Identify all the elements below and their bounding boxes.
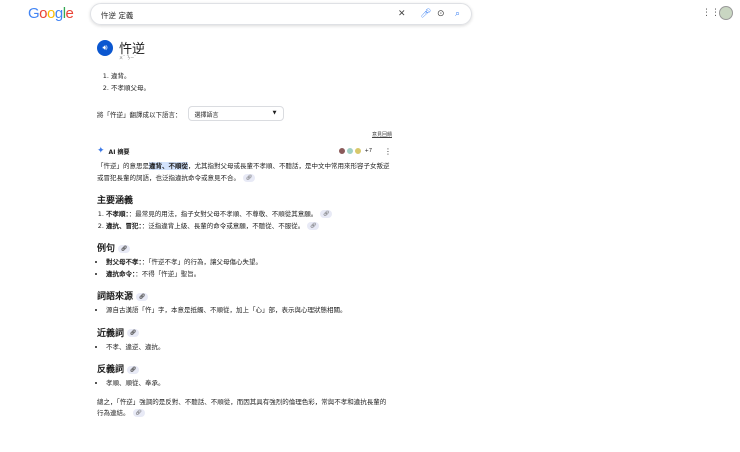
definition: 違背。 <box>111 71 392 83</box>
definitions-list: 違背。 不孝順父母。 <box>111 71 392 94</box>
link-icon[interactable]: 🔗︎ <box>243 173 255 182</box>
list-item: 對父母不孝：：「忤逆不孝」的行為，讓父母傷心失望。 <box>106 257 392 269</box>
section-heading: 近義詞 🔗︎ <box>97 326 392 339</box>
ai-summary: 總之，「忤逆」強調的是反對、不聽話、不順從，而因其具有強烈的倫理色彩，常與不孝和… <box>97 397 392 420</box>
heading-text: 反義詞 <box>97 365 125 375</box>
gemini-star-icon: ✦ <box>97 146 105 156</box>
header: Google 忤逆 定義 ✕ 🎤︎ ⊙ ⌕ ⋮⋮⋮ <box>0 0 740 30</box>
search-icon[interactable]: ⌕ <box>455 9 460 19</box>
heading-text: 例句 <box>97 244 116 254</box>
google-logo[interactable]: Google <box>28 5 74 22</box>
item-text: ：不得「忤逆」聖旨。 <box>135 269 201 278</box>
source-favicon <box>337 147 346 155</box>
source-favicon <box>353 147 362 155</box>
list-item: 違抗、冒犯：：泛指違背上級、長輩的命令或意願，不聽從、不服從。🔗︎ <box>106 221 392 233</box>
term: 違抗命令： <box>106 269 136 278</box>
clear-icon[interactable]: ✕ <box>398 9 406 19</box>
term: 不孝順： <box>106 210 129 218</box>
mic-icon[interactable]: 🎤︎ <box>420 9 431 19</box>
section-heading: 主要涵義 <box>97 193 392 206</box>
feedback-link[interactable]: 意見回饋 <box>97 131 392 138</box>
link-icon[interactable]: 🔗︎ <box>127 365 140 374</box>
item-text: ：泛指違背上級、長輩的命令或意願，不聽從、不服從。 <box>141 221 305 230</box>
heading-text: 近義詞 <box>97 328 125 339</box>
link-icon[interactable]: 🔗︎ <box>132 409 145 417</box>
more-options-icon[interactable]: ⋮ <box>384 147 392 156</box>
source-count: +7 <box>364 148 372 154</box>
intro-text: 「忤逆」的意思是 <box>97 162 149 170</box>
language-select[interactable]: 選擇語言 ▼ <box>187 106 284 121</box>
phonetic: ㄨˇ ㄋㄧˋ <box>119 55 137 60</box>
item-text: ：最常見的用法，指子女對父母不孝順、不尊敬、不順從其意願。 <box>128 210 318 218</box>
list-item: 孝順、順從、奉承。 <box>106 378 392 390</box>
term: 違抗、冒犯： <box>106 221 142 230</box>
link-icon[interactable]: 🔗︎ <box>307 221 320 230</box>
speaker-icon[interactable]: 🔊︎ <box>97 39 113 56</box>
heading-text: 詞語來源 <box>97 292 134 302</box>
heading-text: 主要涵義 <box>97 196 134 206</box>
ai-overview-label: AI 摘要 <box>108 148 130 156</box>
list-item: 源自古漢語「忤」字，本意是抵觸、不順從，加上「心」部，表示與心理狀態相關。 <box>106 305 392 317</box>
intro-highlight: 違背、不順從 <box>149 162 188 170</box>
section-heading: 反義詞 🔗︎ <box>97 362 392 375</box>
link-icon[interactable]: 🔗︎ <box>118 244 131 253</box>
search-input[interactable]: 忤逆 定義 <box>101 10 133 21</box>
link-icon[interactable]: 🔗︎ <box>136 292 149 301</box>
list-item: 不孝順：：最常見的用法，指子女對父母不孝順、不尊敬、不順從其意願。🔗︎ <box>106 209 392 221</box>
link-icon[interactable]: 🔗︎ <box>127 329 140 337</box>
lens-icon[interactable]: ⊙ <box>437 9 445 19</box>
sources-button[interactable]: +7 <box>337 147 372 155</box>
select-value: 選擇語言 <box>194 112 219 119</box>
caret-down-icon: ▼ <box>272 110 277 116</box>
search-box[interactable]: 忤逆 定義 ✕ 🎤︎ ⊙ ⌕ <box>90 3 472 25</box>
translate-label: 將「忤逆」翻譯成以下語言： <box>97 110 182 119</box>
ai-intro: 「忤逆」的意思是違背、不順從，尤其指對父母或長輩不孝順、不聽話，是中文中常用來形… <box>97 161 392 184</box>
avatar[interactable] <box>719 6 733 20</box>
source-favicon <box>345 147 354 155</box>
item-text: ：「忤逆不孝」的行為，讓父母傷心失望。 <box>141 258 262 266</box>
main-content: 🔊︎ 忤逆 ㄨˇ ㄋㄧˋ 違背。 不孝順父母。 將「忤逆」翻譯成以下語言： 選擇… <box>97 38 392 420</box>
list-item: 不孝、違逆、違抗。 <box>106 342 392 354</box>
list-item: 違抗命令：：不得「忤逆」聖旨。 <box>106 269 392 281</box>
definition: 不孝順父母。 <box>111 83 392 95</box>
link-icon[interactable]: 🔗︎ <box>320 210 333 218</box>
term: 對父母不孝： <box>106 258 142 266</box>
section-heading: 詞語來源 🔗︎ <box>97 289 392 302</box>
section-heading: 例句 🔗︎ <box>97 241 392 254</box>
